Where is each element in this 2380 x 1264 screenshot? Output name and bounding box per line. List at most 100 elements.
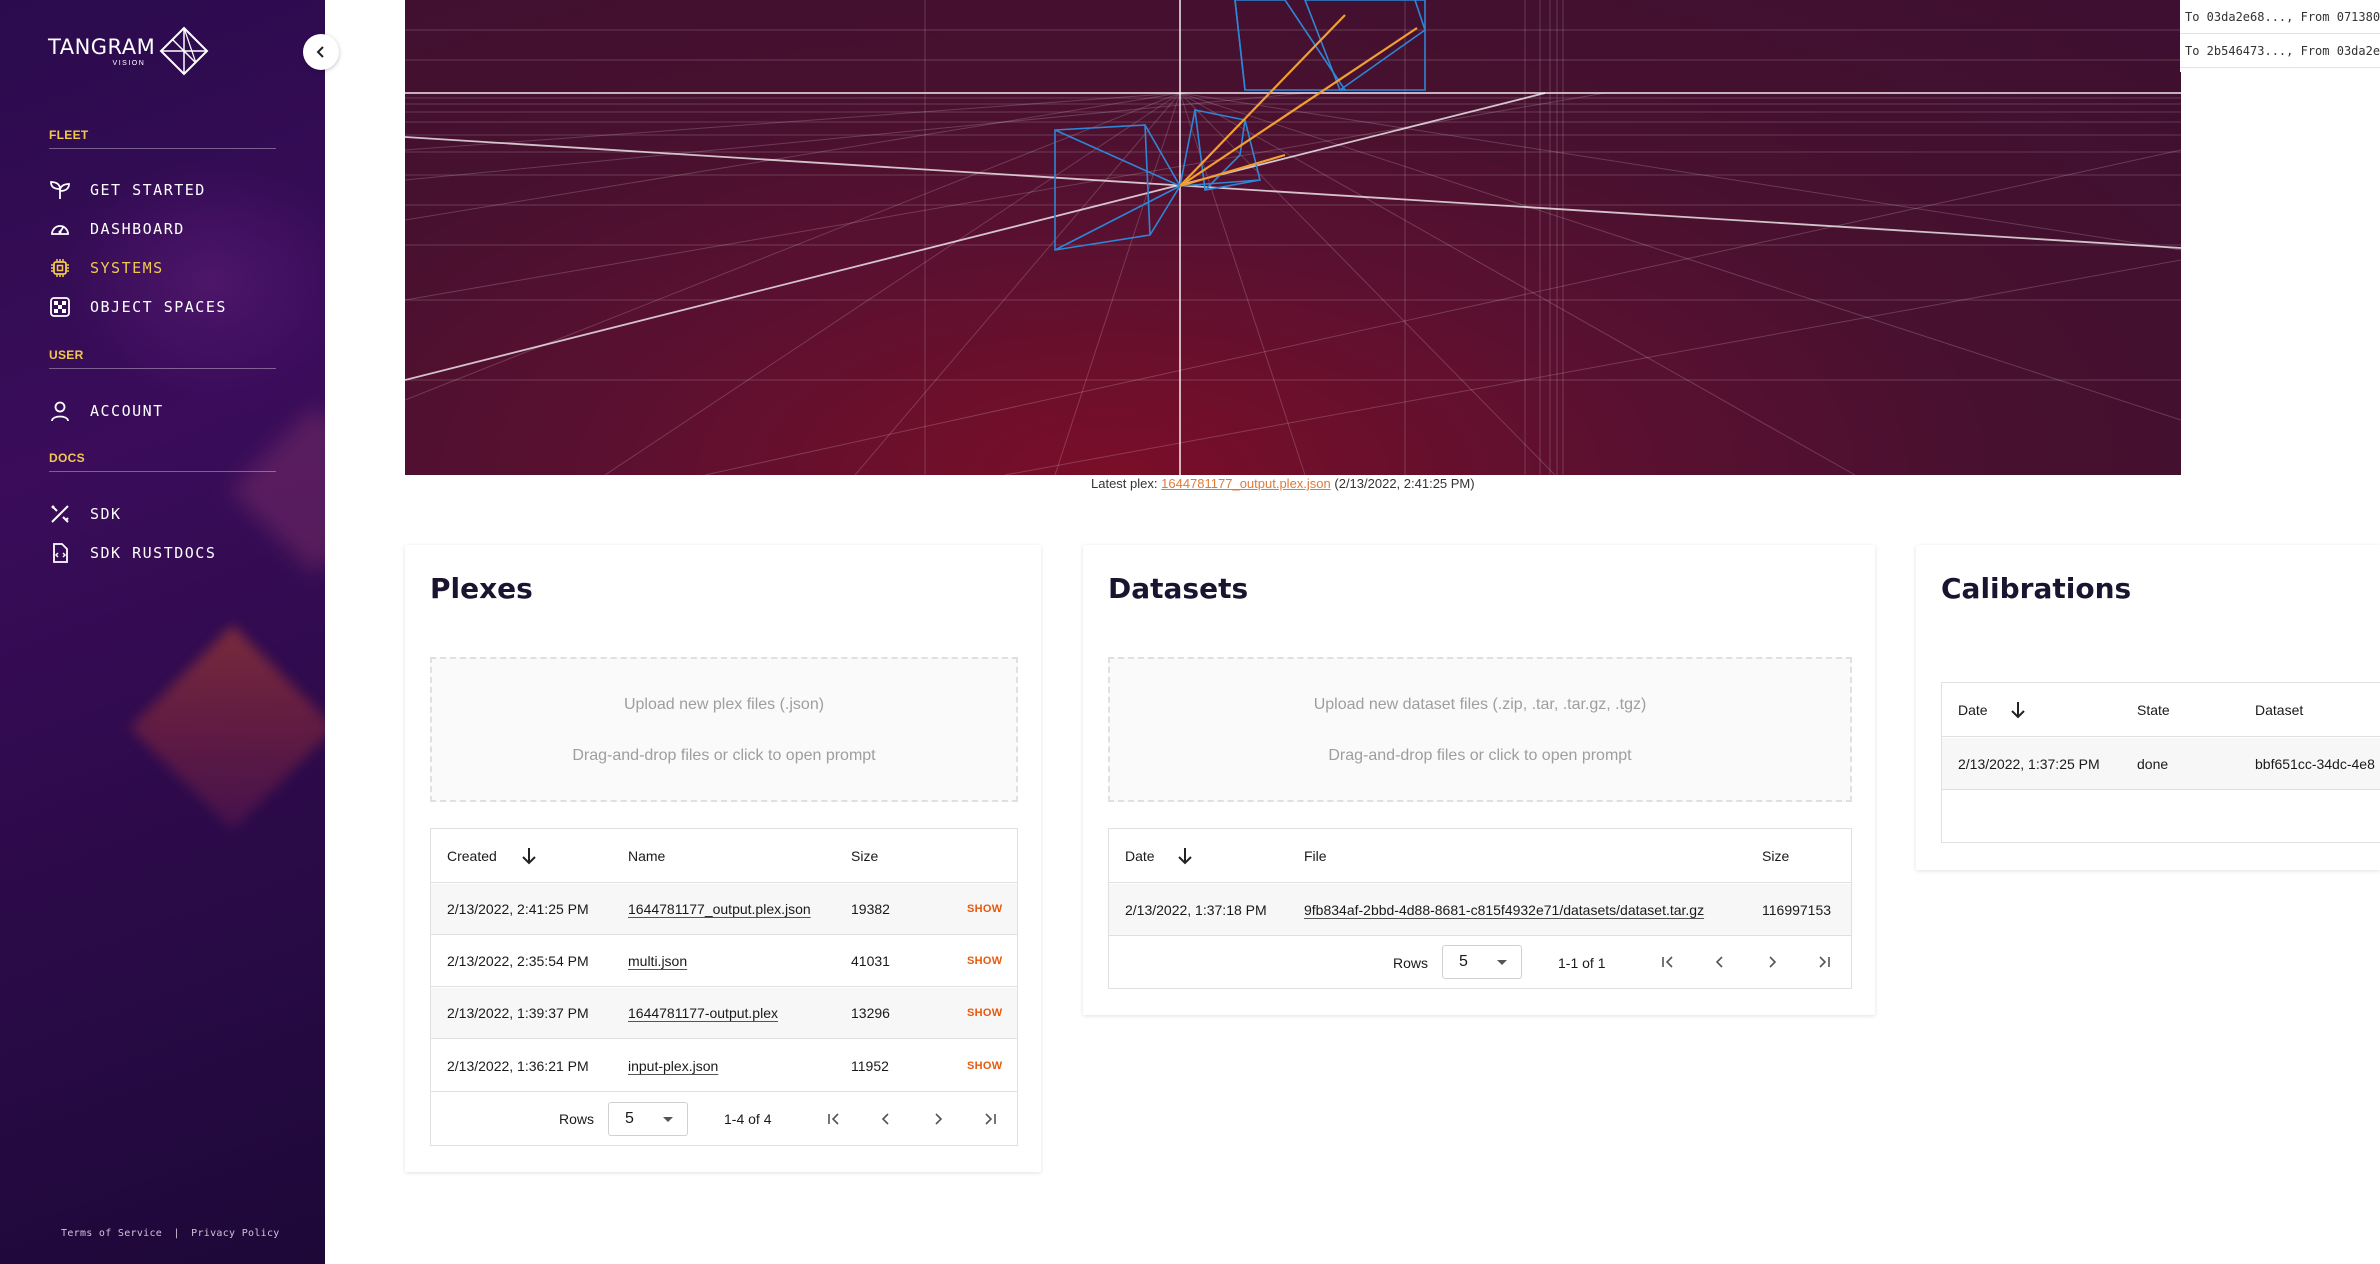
table-pagination: Rows 5 1-1 of 1 [1109, 937, 1851, 988]
rows-per-page-value: 5 [1459, 953, 1468, 970]
tangram-logo-icon [159, 26, 209, 76]
nav-systems[interactable]: SYSTEMS [49, 256, 164, 280]
column-header-created[interactable]: Created [447, 829, 537, 882]
row-size: 41031 [851, 953, 890, 969]
plexes-table: Created Name Size 2/13/2022, 2:41:25 PM … [430, 828, 1018, 1146]
row-file-link[interactable]: 9fb834af-2bbd-4d88-8681-c815f4932e71/dat… [1304, 884, 1704, 935]
last-page-icon [985, 1113, 996, 1125]
nav-label: OBJECT SPACES [90, 298, 227, 316]
row-name-link[interactable]: 1644781177_output.plex.json [628, 884, 811, 934]
chevron-left-icon [881, 1113, 889, 1125]
column-header-size[interactable]: Size [851, 829, 878, 882]
nav-dashboard[interactable]: DASHBOARD [49, 217, 185, 241]
latest-plex-link[interactable]: 1644781177_output.plex.json [1161, 476, 1331, 491]
gauge-icon [49, 218, 71, 240]
calibrations-card: Calibrations Date State Dataset 2/13/202… [1916, 545, 2380, 870]
last-page-button[interactable] [1813, 951, 1835, 973]
column-header-date[interactable]: Date [1125, 829, 1193, 882]
column-header-file[interactable]: File [1304, 829, 1327, 882]
table-row[interactable]: 2/13/2022, 2:41:25 PM 1644781177_output.… [431, 884, 1017, 935]
row-date: 2/13/2022, 1:37:25 PM [1958, 755, 2100, 772]
calibrations-table: Date State Dataset 2/13/2022, 1:37:25 PM… [1941, 682, 2380, 843]
show-button[interactable]: SHOW [967, 936, 1002, 986]
sidebar-decor [230, 405, 325, 575]
brand-name: TANGRAM [48, 34, 156, 59]
prev-page-button[interactable] [875, 1108, 897, 1130]
last-page-icon [1819, 956, 1830, 968]
footer-separator: | [173, 1228, 180, 1239]
page-range: 1-1 of 1 [1558, 954, 1606, 971]
privacy-link[interactable]: Privacy Policy [191, 1228, 280, 1239]
nav-account[interactable]: ACCOUNT [49, 399, 164, 423]
table-row[interactable]: 2/13/2022, 1:37:18 PM 9fb834af-2bbd-4d88… [1109, 884, 1851, 936]
column-header-state[interactable]: State [2137, 683, 2170, 736]
table-row[interactable]: 2/13/2022, 2:35:54 PM multi.json 41031 S… [431, 936, 1017, 987]
nav-sdk-rustdocs[interactable]: SDK RUSTDOCS [49, 541, 216, 565]
section-docs: DOCS [49, 451, 85, 465]
row-name-link[interactable]: 1644781177-output.plex [628, 988, 778, 1038]
nav-sdk[interactable]: SDK [49, 502, 122, 526]
rows-per-page-select[interactable]: 5 [1442, 945, 1522, 979]
collapse-sidebar-button[interactable] [303, 34, 339, 70]
latest-plex-caption: Latest plex: 1644781177_output.plex.json… [1091, 476, 1475, 491]
divider [49, 471, 276, 472]
upload-instruction: Upload new dataset files (.zip, .tar, .t… [1313, 695, 1647, 713]
column-header-size[interactable]: Size [1762, 829, 1789, 882]
first-page-icon [828, 1113, 839, 1125]
message-log-panel: To 03da2e68..., From 071380 To 2b546473.… [2180, 0, 2380, 72]
next-page-button[interactable] [927, 1108, 949, 1130]
calibrations-title: Calibrations [1941, 572, 2132, 605]
datasets-table: Date File Size 2/13/2022, 1:37:18 PM 9fb… [1108, 828, 1852, 989]
nav-get-started[interactable]: GET STARTED [49, 178, 206, 202]
dataset-upload-dropzone[interactable]: Upload new dataset files (.zip, .tar, .t… [1108, 657, 1852, 802]
first-page-button[interactable] [1657, 951, 1679, 973]
column-header-date[interactable]: Date [1958, 683, 2026, 736]
nav-object-spaces[interactable]: OBJECT SPACES [49, 295, 227, 319]
plex-upload-dropzone[interactable]: Upload new plex files (.json) Drag-and-d… [430, 657, 1018, 802]
datasets-card: Datasets Upload new dataset files (.zip,… [1083, 545, 1875, 1015]
row-name-link[interactable]: multi.json [628, 936, 687, 986]
table-row[interactable]: 2/13/2022, 1:36:21 PM input-plex.json 11… [431, 1040, 1017, 1092]
viewer-grid [405, 0, 2181, 475]
terms-link[interactable]: Terms of Service [61, 1228, 162, 1239]
row-name-link[interactable]: input-plex.json [628, 1040, 718, 1091]
column-header-name[interactable]: Name [628, 829, 665, 882]
upload-instruction: Upload new plex files (.json) [623, 695, 825, 713]
log-row[interactable]: To 03da2e68..., From 071380 [2180, 0, 2380, 34]
show-button[interactable]: SHOW [967, 884, 1002, 934]
chevron-left-icon [316, 46, 324, 58]
table-row[interactable]: 2/13/2022, 1:39:37 PM 1644781177-output.… [431, 988, 1017, 1039]
row-created: 2/13/2022, 1:39:37 PM [447, 1005, 589, 1021]
plexes-title: Plexes [430, 572, 533, 605]
tools-icon [49, 503, 71, 525]
row-created: 2/13/2022, 2:41:25 PM [447, 901, 589, 917]
next-page-button[interactable] [1761, 951, 1783, 973]
divider [49, 368, 276, 369]
nav-label: SDK RUSTDOCS [90, 544, 217, 562]
datasets-title: Datasets [1108, 572, 1249, 605]
plex-3d-viewer[interactable] [405, 0, 2181, 475]
brand-logo[interactable]: TANGRAM VISION [48, 26, 209, 76]
show-button[interactable]: SHOW [967, 988, 1002, 1038]
column-header-dataset[interactable]: Dataset [2255, 683, 2303, 736]
last-page-button[interactable] [979, 1108, 1001, 1130]
nav-label: DASHBOARD [90, 220, 185, 238]
row-date: 2/13/2022, 1:37:18 PM [1125, 901, 1267, 918]
table-row[interactable]: 2/13/2022, 1:37:25 PM done bbf651cc-34dc… [1942, 738, 2380, 790]
code-file-icon [49, 542, 71, 564]
row-size: 11952 [851, 1057, 889, 1074]
show-button[interactable]: SHOW [967, 1040, 1002, 1091]
log-row[interactable]: To 2b546473..., From 03da2e [2180, 34, 2380, 68]
row-size: 19382 [851, 901, 890, 917]
page-range: 1-4 of 4 [724, 1111, 772, 1127]
latest-plex-prefix: Latest plex: [1091, 476, 1158, 491]
rows-label: Rows [1393, 954, 1429, 971]
row-dataset[interactable]: bbf651cc-34dc-4e8 [2255, 738, 2375, 789]
chevron-left-icon [1715, 956, 1723, 968]
first-page-button[interactable] [823, 1108, 845, 1130]
chip-icon [49, 257, 71, 279]
prev-page-button[interactable] [1709, 951, 1731, 973]
row-created: 2/13/2022, 2:35:54 PM [447, 953, 589, 969]
rows-per-page-select[interactable]: 5 [608, 1102, 688, 1136]
dropdown-caret-icon [663, 1117, 673, 1122]
